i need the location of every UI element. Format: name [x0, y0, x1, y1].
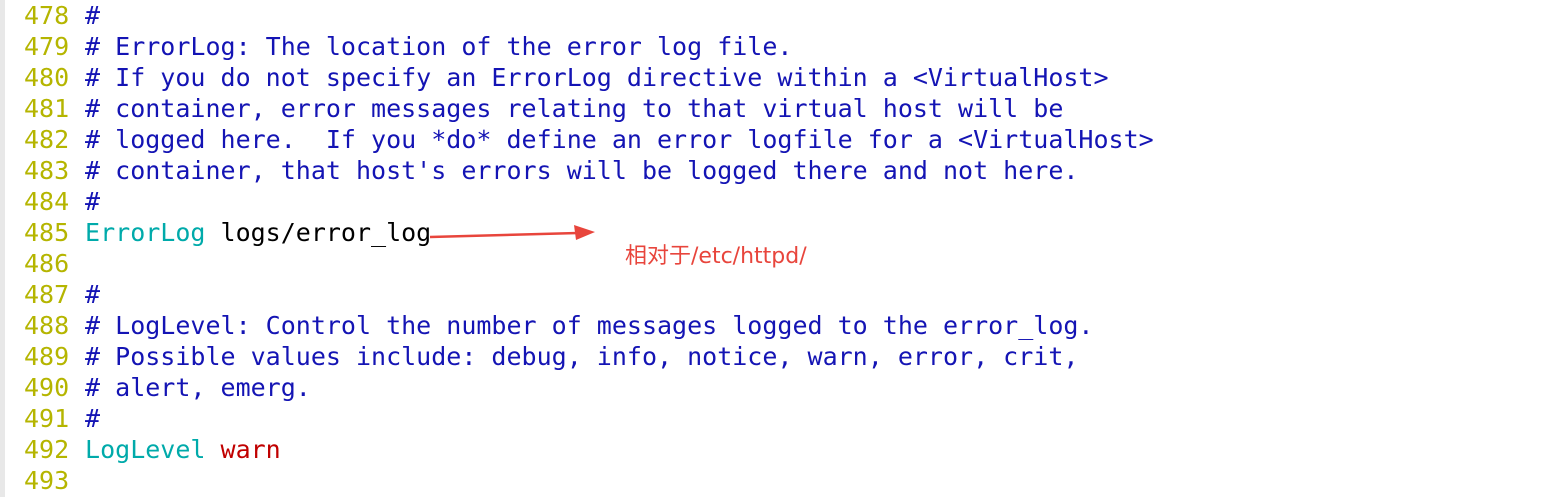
- editor-margin: [0, 0, 5, 497]
- code-line[interactable]: 480 # If you do not specify an ErrorLog …: [24, 62, 1154, 93]
- code-line[interactable]: 488 # LogLevel: Control the number of me…: [24, 310, 1154, 341]
- code-line[interactable]: 483 # container, that host's errors will…: [24, 155, 1154, 186]
- line-number: 481: [24, 94, 70, 123]
- code-comment: # logged here. If you *do* define an err…: [70, 125, 1154, 154]
- line-number: 485: [24, 218, 70, 247]
- line-number: 489: [24, 342, 70, 371]
- code-comment: # If you do not specify an ErrorLog dire…: [70, 63, 1109, 92]
- code-comment: # alert, emerg.: [70, 373, 311, 402]
- code-line[interactable]: 492 LogLevel warn: [24, 434, 1154, 465]
- code-comment: #: [70, 280, 101, 309]
- line-number: 478: [24, 1, 70, 30]
- code-plain: logs/error_log: [205, 218, 432, 247]
- line-number: 480: [24, 63, 70, 92]
- line-number: 491: [24, 404, 70, 433]
- code-comment: # Possible values include: debug, info, …: [70, 342, 1079, 371]
- code-line[interactable]: 489 # Possible values include: debug, in…: [24, 341, 1154, 372]
- line-number: 490: [24, 373, 70, 402]
- code-comment: #: [70, 404, 101, 433]
- line-number: 484: [24, 187, 70, 216]
- code-line[interactable]: 484 #: [24, 186, 1154, 217]
- code-directive: ErrorLog: [70, 218, 206, 247]
- line-number: 482: [24, 125, 70, 154]
- code-comment: #: [70, 1, 101, 30]
- line-number: 483: [24, 156, 70, 185]
- code-comment: #: [70, 187, 101, 216]
- code-line[interactable]: 479 # ErrorLog: The location of the erro…: [24, 31, 1154, 62]
- line-number: 486: [24, 249, 70, 278]
- annotation-label: 相对于/etc/httpd/: [625, 244, 807, 269]
- code-comment: # container, that host's errors will be …: [70, 156, 1079, 185]
- text-editor[interactable]: 478 #479 # ErrorLog: The location of the…: [0, 0, 1541, 497]
- code-line[interactable]: 493: [24, 465, 1154, 496]
- code-directive: LogLevel: [70, 435, 206, 464]
- code-line[interactable]: 490 # alert, emerg.: [24, 372, 1154, 403]
- code-line[interactable]: 481 # container, error messages relating…: [24, 93, 1154, 124]
- code-line[interactable]: 478 #: [24, 0, 1154, 31]
- code-value-red: warn: [205, 435, 281, 464]
- code-line[interactable]: 491 #: [24, 403, 1154, 434]
- line-number: 479: [24, 32, 70, 61]
- code-comment: # ErrorLog: The location of the error lo…: [70, 32, 793, 61]
- line-number: 492: [24, 435, 70, 464]
- code-comment: # LogLevel: Control the number of messag…: [70, 311, 1094, 340]
- code-lines[interactable]: 478 #479 # ErrorLog: The location of the…: [24, 0, 1154, 496]
- code-line[interactable]: 487 #: [24, 279, 1154, 310]
- arrow-icon: [430, 225, 595, 240]
- code-line[interactable]: 486: [24, 248, 1154, 279]
- line-number: 487: [24, 280, 70, 309]
- line-number: 488: [24, 311, 70, 340]
- code-line[interactable]: 482 # logged here. If you *do* define an…: [24, 124, 1154, 155]
- line-number: 493: [24, 466, 70, 495]
- code-comment: # container, error messages relating to …: [70, 94, 1064, 123]
